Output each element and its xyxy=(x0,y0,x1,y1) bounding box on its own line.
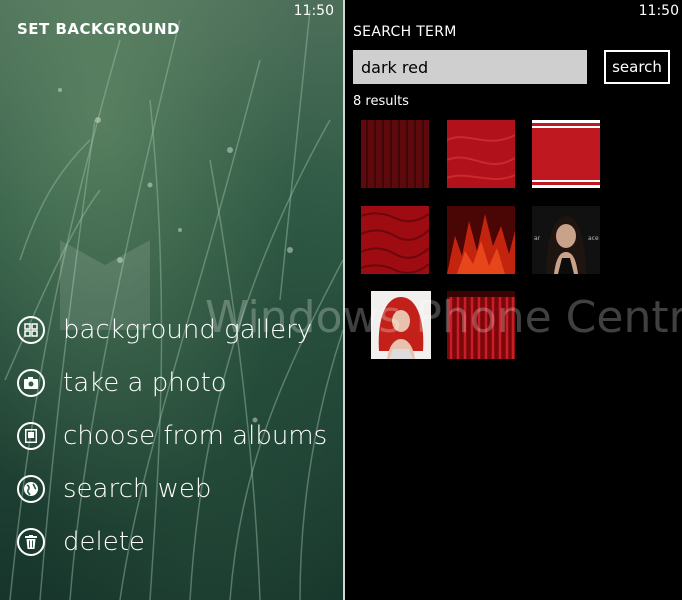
menu-item-background-gallery[interactable]: background gallery xyxy=(17,303,327,356)
result-thumbnail[interactable] xyxy=(532,120,600,188)
result-thumbnail[interactable] xyxy=(361,206,429,274)
globe-icon xyxy=(17,474,45,503)
album-icon xyxy=(17,421,45,450)
background-options-menu: background gallery take a photo choose f… xyxy=(17,303,327,568)
menu-item-label: choose from albums xyxy=(63,420,328,451)
result-thumbnail[interactable] xyxy=(367,291,435,359)
page-title: SET BACKGROUND xyxy=(17,20,180,38)
menu-item-delete[interactable]: delete xyxy=(17,515,327,568)
menu-item-choose-from-albums[interactable]: choose from albums xyxy=(17,409,327,462)
result-thumbnail[interactable] xyxy=(361,120,429,188)
result-thumbnail[interactable] xyxy=(447,206,515,274)
menu-item-take-a-photo[interactable]: take a photo xyxy=(17,356,327,409)
menu-item-label: take a photo xyxy=(63,367,227,398)
menu-item-label: background gallery xyxy=(63,314,313,345)
status-clock: 11:50 xyxy=(293,3,334,19)
result-thumbnail[interactable]: ar ace xyxy=(532,206,600,274)
grid-icon xyxy=(17,315,45,344)
svg-text:ace: ace xyxy=(588,235,599,242)
trash-icon xyxy=(17,527,45,556)
background-settings-panel: 11:50 SET BACKGROUND background gallery … xyxy=(0,0,343,600)
menu-item-label: search web xyxy=(63,473,212,504)
results-count: 8 results xyxy=(353,94,409,109)
menu-item-label: delete xyxy=(63,526,145,557)
result-thumbnail[interactable] xyxy=(447,120,515,188)
status-clock: 11:50 xyxy=(638,3,679,19)
search-button[interactable]: search xyxy=(604,50,670,84)
search-term-label: SEARCH TERM xyxy=(353,24,457,40)
camera-icon xyxy=(17,368,45,397)
result-thumbnail[interactable] xyxy=(447,291,515,359)
web-search-panel: 11:50 SEARCH TERM search 8 results ar ac… xyxy=(345,0,682,600)
svg-text:ar: ar xyxy=(534,235,541,242)
menu-item-search-web[interactable]: search web xyxy=(17,462,327,515)
search-input[interactable] xyxy=(353,50,587,84)
